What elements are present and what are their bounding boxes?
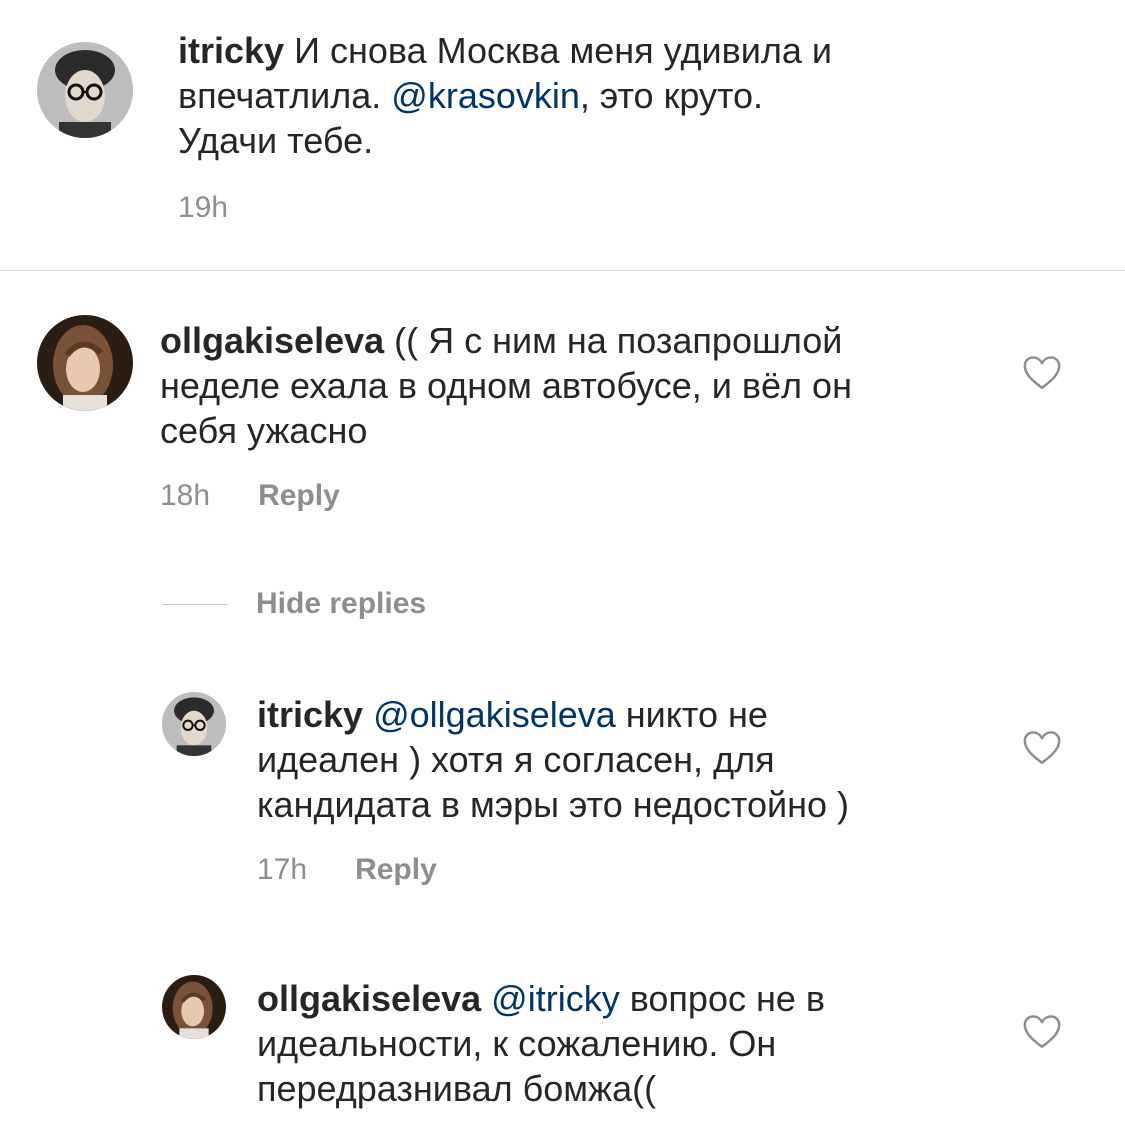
reply-line-3: передразнивал бомжа(( — [257, 1068, 657, 1109]
comment-line-1-text: (( Я с ним на позапрошлой — [394, 320, 843, 361]
hide-replies-line — [162, 603, 228, 605]
comment-text: ollgakiseleva (( Я с ним на позапрошлой … — [160, 318, 980, 453]
avatar-itricky[interactable] — [162, 692, 226, 756]
reply-line-1-suffix: вопрос не в — [619, 978, 825, 1019]
comment-line-3: себя ужасно — [160, 410, 368, 451]
caption-text: itricky И снова Москва меня удивила и вп… — [178, 28, 978, 163]
comment-meta: 18h Reply — [160, 478, 340, 514]
reply-line-1: itricky @ollgakiseleva никто не — [257, 692, 977, 737]
avatar-itricky-image — [37, 42, 133, 138]
heart-outline-icon[interactable] — [1022, 1014, 1062, 1050]
avatar-ollgakiseleva[interactable] — [37, 315, 133, 411]
reply-username[interactable]: ollgakiseleva — [257, 978, 481, 1019]
comment-line-2: неделе ехала в одном автобусе, и вёл он — [160, 365, 852, 406]
reply-mention[interactable]: @itricky — [491, 978, 620, 1019]
caption-username[interactable]: itricky — [178, 30, 284, 71]
post-caption: itricky И снова Москва меня удивила и вп… — [0, 0, 1125, 270]
avatar-ollgakiseleva-image — [162, 975, 226, 1039]
reply-mention[interactable]: @ollgakiseleva — [373, 694, 616, 735]
comment-line-1: ollgakiseleva (( Я с ним на позапрошлой — [160, 318, 980, 363]
caption-text-part1: И снова Москва меня удивила и — [294, 30, 832, 71]
hide-replies-button[interactable]: Hide replies — [162, 584, 426, 624]
comment-time: 18h — [160, 479, 211, 512]
caption-time: 19h — [178, 191, 229, 224]
reply-text: itricky @ollgakiseleva никто не идеален … — [257, 692, 977, 827]
heart-outline-icon[interactable] — [1022, 355, 1062, 391]
avatar-itricky[interactable] — [37, 42, 133, 138]
caption-text-line2-prefix: впечатлила. — [178, 75, 392, 116]
caption-line-3: Удачи тебе. — [178, 120, 374, 161]
caption-text-line2-suffix: , это круто. — [579, 75, 764, 116]
comment-username[interactable]: ollgakiseleva — [160, 320, 384, 361]
reply-username[interactable]: itricky — [257, 694, 363, 735]
caption-line-1: itricky И снова Москва меня удивила и — [178, 28, 978, 73]
reply-meta: 17h Reply — [257, 852, 437, 888]
avatar-ollgakiseleva[interactable] — [162, 975, 226, 1039]
caption-meta: 19h — [178, 190, 228, 226]
reply-line-2: идеальности, к сожалению. Он — [257, 1023, 777, 1064]
reply-button[interactable]: Reply — [258, 478, 340, 514]
reply-line-3: кандидата в мэры это недостойно ) — [257, 784, 849, 825]
hide-replies-label: Hide replies — [256, 587, 427, 620]
caption-mention[interactable]: @krasovkin — [391, 75, 580, 116]
caption-line-2: впечатлила. @krasovkin, это круто. — [178, 73, 978, 118]
reply-button[interactable]: Reply — [355, 852, 437, 888]
avatar-itricky-image — [162, 692, 226, 756]
avatar-ollgakiseleva-image — [37, 315, 133, 411]
reply-line-1-suffix: никто не — [615, 694, 768, 735]
reply-line-1: ollgakiseleva @itricky вопрос не в — [257, 976, 977, 1021]
reply-time: 17h — [257, 853, 308, 886]
reply-text: ollgakiseleva @itricky вопрос не в идеал… — [257, 976, 977, 1111]
caption-divider — [0, 270, 1125, 271]
heart-outline-icon[interactable] — [1022, 730, 1062, 766]
reply-line-2: идеален ) хотя я согласен, для — [257, 739, 775, 780]
